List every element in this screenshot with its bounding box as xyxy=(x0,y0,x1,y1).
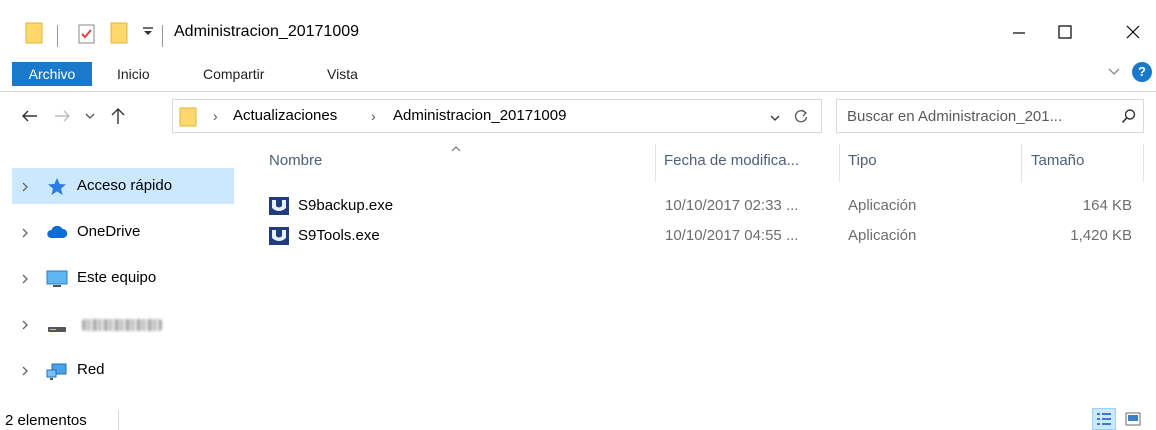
properties-icon[interactable] xyxy=(78,24,96,48)
star-pin-icon xyxy=(46,177,68,201)
column-divider[interactable] xyxy=(839,144,840,182)
maximize-icon xyxy=(1058,25,1072,39)
address-history-dropdown-icon[interactable] xyxy=(769,110,781,127)
toolbar-separator xyxy=(57,25,58,47)
chevron-right-icon[interactable] xyxy=(20,318,30,335)
chevron-right-icon[interactable] xyxy=(20,226,30,243)
expand-ribbon-icon[interactable] xyxy=(1107,64,1121,81)
chevron-right-icon[interactable] xyxy=(20,364,30,381)
new-folder-icon[interactable] xyxy=(110,22,128,48)
column-header-tipo[interactable]: Tipo xyxy=(848,152,877,169)
ribbon-tab-bar: Archivo Inicio Compartir Vista xyxy=(0,56,1156,92)
customize-toolbar-dropdown-icon[interactable] xyxy=(142,25,154,40)
search-icon[interactable] xyxy=(1121,108,1137,128)
drive-icon xyxy=(46,315,68,339)
search-input[interactable] xyxy=(847,105,1107,127)
sidebar-item-label: Acceso rápido xyxy=(77,177,173,194)
application-icon xyxy=(268,226,290,250)
status-bar: 2 elementos xyxy=(0,404,1156,430)
arrow-right-icon xyxy=(55,110,70,122)
sidebar-item-acceso-rapido[interactable]: Acceso rápido xyxy=(12,168,234,204)
breadcrumb-separator[interactable]: › xyxy=(213,108,218,124)
file-name: S9backup.exe xyxy=(298,197,394,214)
tab-inicio[interactable]: Inicio xyxy=(117,62,150,86)
address-bar[interactable]: › Actualizaciones › Administracion_20171… xyxy=(172,99,822,133)
sidebar-item-este-equipo[interactable]: Este equipo xyxy=(12,260,234,296)
file-size: 1,420 KB xyxy=(1070,227,1132,244)
drive-label-redacted xyxy=(82,319,162,331)
file-type: Aplicación xyxy=(848,227,917,244)
sidebar-item-onedrive[interactable]: OneDrive xyxy=(12,214,234,250)
sort-ascending-icon xyxy=(450,140,462,157)
breadcrumb-separator[interactable]: › xyxy=(371,108,376,124)
close-button[interactable] xyxy=(1110,14,1156,50)
sidebar-item-label: OneDrive xyxy=(77,223,141,240)
breadcrumb-current-folder[interactable]: Administracion_20171009 xyxy=(393,107,566,124)
back-button[interactable] xyxy=(18,104,42,128)
column-divider[interactable] xyxy=(1143,144,1144,182)
toolbar-separator xyxy=(162,25,163,47)
forward-button[interactable] xyxy=(50,104,74,128)
sidebar-item-label: Red xyxy=(77,361,105,378)
up-button[interactable] xyxy=(106,104,130,128)
file-size: 164 KB xyxy=(1082,197,1132,214)
application-icon xyxy=(268,196,290,220)
table-row[interactable]: S9backup.exe 10/10/2017 02:33 ... Aplica… xyxy=(262,193,1144,219)
chevron-down-icon xyxy=(85,113,95,119)
file-date: 10/10/2017 02:33 ... xyxy=(665,197,799,214)
help-button[interactable]: ? xyxy=(1132,62,1152,82)
chevron-right-icon[interactable] xyxy=(20,180,30,197)
sidebar-item-drive[interactable] xyxy=(12,306,234,342)
breadcrumb-actualizaciones[interactable]: Actualizaciones xyxy=(233,107,337,124)
column-header-tamano[interactable]: Tamaño xyxy=(1031,152,1084,169)
tab-archivo[interactable]: Archivo xyxy=(12,62,92,86)
arrow-up-icon xyxy=(111,108,125,124)
close-icon xyxy=(1126,25,1140,39)
network-icon xyxy=(46,361,68,385)
column-header-nombre[interactable]: Nombre xyxy=(269,152,322,169)
window-title: Administracion_20171009 xyxy=(174,23,360,40)
tab-vista[interactable]: Vista xyxy=(327,62,358,86)
details-view-icon xyxy=(1097,413,1111,425)
navigation-bar: › Actualizaciones › Administracion_20171… xyxy=(0,92,1156,142)
column-divider[interactable] xyxy=(1021,144,1022,182)
tab-compartir[interactable]: Compartir xyxy=(203,62,264,86)
column-divider[interactable] xyxy=(655,144,656,182)
folder-icon[interactable] xyxy=(25,22,43,48)
arrow-left-icon xyxy=(22,110,37,122)
table-row[interactable]: S9Tools.exe 10/10/2017 04:55 ... Aplicac… xyxy=(262,223,1144,249)
minimize-button[interactable] xyxy=(996,14,1042,50)
minimize-icon xyxy=(1013,32,1025,34)
sidebar-item-label: Este equipo xyxy=(77,269,157,286)
search-box[interactable] xyxy=(836,99,1144,133)
file-date: 10/10/2017 04:55 ... xyxy=(665,227,799,244)
folder-icon xyxy=(179,107,197,131)
large-icons-view-icon xyxy=(1125,412,1141,426)
item-count: 2 elementos xyxy=(5,412,87,429)
column-header-fecha[interactable]: Fecha de modifica... xyxy=(664,152,799,169)
computer-icon xyxy=(46,269,68,293)
sidebar-item-red[interactable]: Red xyxy=(12,352,234,388)
file-type: Aplicación xyxy=(848,197,917,214)
cloud-icon xyxy=(46,223,68,245)
maximize-button[interactable] xyxy=(1042,14,1088,50)
title-bar: Administracion_20171009 xyxy=(0,0,1156,56)
recent-locations-button[interactable] xyxy=(78,104,102,128)
file-name: S9Tools.exe xyxy=(298,227,380,244)
details-view-button[interactable] xyxy=(1092,408,1116,430)
chevron-right-icon[interactable] xyxy=(20,272,30,289)
large-icons-view-button[interactable] xyxy=(1122,409,1144,429)
status-divider xyxy=(118,410,119,430)
refresh-icon[interactable] xyxy=(793,108,809,128)
navigation-pane: Acceso rápido OneDrive Este equipo Red xyxy=(0,142,238,402)
